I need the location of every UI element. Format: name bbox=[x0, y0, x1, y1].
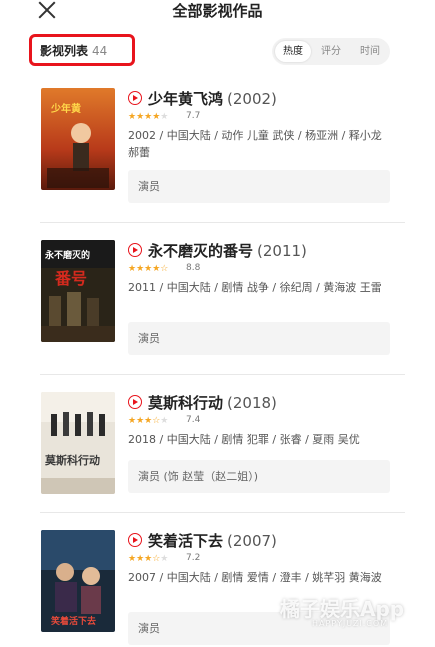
role-box: 演员 (饰 赵莹（赵二姐）) bbox=[128, 460, 390, 493]
movie-name: 永不磨灭的番号 bbox=[148, 242, 254, 260]
divider bbox=[40, 374, 405, 375]
rating-score: 7.7 bbox=[186, 111, 201, 121]
movie-title[interactable]: 莫斯科行动 (2018) bbox=[148, 392, 277, 413]
movie-year: (2018) bbox=[227, 394, 277, 412]
tab-time[interactable]: 时间 bbox=[352, 41, 388, 62]
list-count-label: 影视列表 44 bbox=[40, 42, 107, 59]
movie-meta: 2002 / 中国大陆 / 动作 儿童 武侠 / 杨亚洲 / 释小龙 郝蕾 bbox=[128, 129, 382, 159]
divider bbox=[40, 512, 405, 513]
movie-poster[interactable]: 永不磨灭的 番号 bbox=[41, 240, 115, 342]
movie-meta: 2011 / 中国大陆 / 剧情 战争 / 徐纪周 / 黄海波 王雷 bbox=[128, 281, 382, 294]
movie-title[interactable]: 永不磨灭的番号 (2011) bbox=[148, 240, 307, 261]
movie-title[interactable]: 少年黄飞鸿 (2002) bbox=[148, 88, 277, 109]
movie-item[interactable]: 莫斯科行动 莫斯科行动 (2018) ★★★☆★ 7.4 2018 / 中国大陆 … bbox=[0, 390, 435, 540]
watermark-logo: 橘子娱乐App bbox=[280, 597, 405, 621]
rating-score: 7.2 bbox=[186, 553, 201, 563]
movie-name: 莫斯科行动 bbox=[148, 394, 224, 412]
star-rating: ★★★☆★ bbox=[128, 554, 169, 564]
svg-text:笑着活下去: 笑着活下去 bbox=[51, 615, 96, 627]
play-icon[interactable] bbox=[128, 243, 142, 257]
movie-meta: 2007 / 中国大陆 / 剧情 爱情 / 澄丰 / 姚芊羽 黄海波 bbox=[128, 571, 382, 584]
watermark-url: HAPPYJUZI.COM bbox=[312, 619, 389, 628]
movie-title[interactable]: 笑着活下去 (2007) bbox=[148, 530, 277, 551]
svg-text:番号: 番号 bbox=[54, 269, 87, 288]
movie-year: (2011) bbox=[257, 242, 307, 260]
page-title: 全部影视作品 bbox=[172, 2, 263, 20]
movie-year: (2002) bbox=[227, 90, 277, 108]
role-box: 演员 bbox=[128, 322, 390, 355]
movie-poster[interactable]: 少年黄 bbox=[41, 88, 115, 190]
divider bbox=[40, 222, 405, 223]
movie-name: 少年黄飞鸿 bbox=[148, 90, 224, 108]
filmography-page: 全部影视作品 影视列表 44 热度 评分 时间 少年黄 少年黄飞鸿 (2002)… bbox=[0, 0, 435, 647]
movie-meta: 2018 / 中国大陆 / 剧情 犯罪 / 张睿 / 夏雨 吴优 bbox=[128, 433, 360, 446]
role-box: 演员 bbox=[128, 170, 390, 203]
svg-text:永不磨灭的: 永不磨灭的 bbox=[44, 249, 90, 261]
list-count-highlight: 影视列表 44 bbox=[29, 34, 135, 66]
rating-score: 7.4 bbox=[186, 415, 201, 425]
list-header: 影视列表 44 热度 评分 时间 bbox=[0, 33, 435, 73]
list-count: 44 bbox=[92, 44, 108, 58]
movie-name: 笑着活下去 bbox=[148, 532, 224, 550]
movie-item[interactable]: 笑着活下去 笑着活下去 (2007) ★★★☆★ 7.2 2007 / 中国大陆 … bbox=[0, 528, 435, 647]
svg-text:莫斯科行动: 莫斯科行动 bbox=[44, 453, 100, 467]
rating-score: 8.8 bbox=[186, 263, 201, 273]
movie-item[interactable]: 少年黄 少年黄飞鸿 (2002) ★★★★★ 7.7 2002 / 中国大陆 / … bbox=[0, 86, 435, 236]
movie-year: (2007) bbox=[227, 532, 277, 550]
star-rating: ★★★★★ bbox=[128, 112, 169, 122]
play-icon[interactable] bbox=[128, 395, 142, 409]
star-rating: ★★★☆★ bbox=[128, 416, 169, 426]
play-icon[interactable] bbox=[128, 91, 142, 105]
movie-poster[interactable]: 莫斯科行动 bbox=[41, 392, 115, 494]
play-icon[interactable] bbox=[128, 533, 142, 547]
movie-poster[interactable]: 笑着活下去 bbox=[41, 530, 115, 632]
header-bar: 全部影视作品 bbox=[0, 0, 435, 30]
tab-popularity[interactable]: 热度 bbox=[275, 41, 311, 62]
svg-text:少年黄: 少年黄 bbox=[50, 102, 81, 115]
sort-toggle: 热度 评分 时间 bbox=[272, 38, 390, 65]
movie-item[interactable]: 永不磨灭的 番号 永不磨灭的番号 (2011) ★★★★☆ 8.8 2011 / … bbox=[0, 238, 435, 388]
tab-rating[interactable]: 评分 bbox=[313, 41, 349, 62]
star-rating: ★★★★☆ bbox=[128, 264, 169, 274]
list-label: 影视列表 bbox=[40, 44, 89, 58]
